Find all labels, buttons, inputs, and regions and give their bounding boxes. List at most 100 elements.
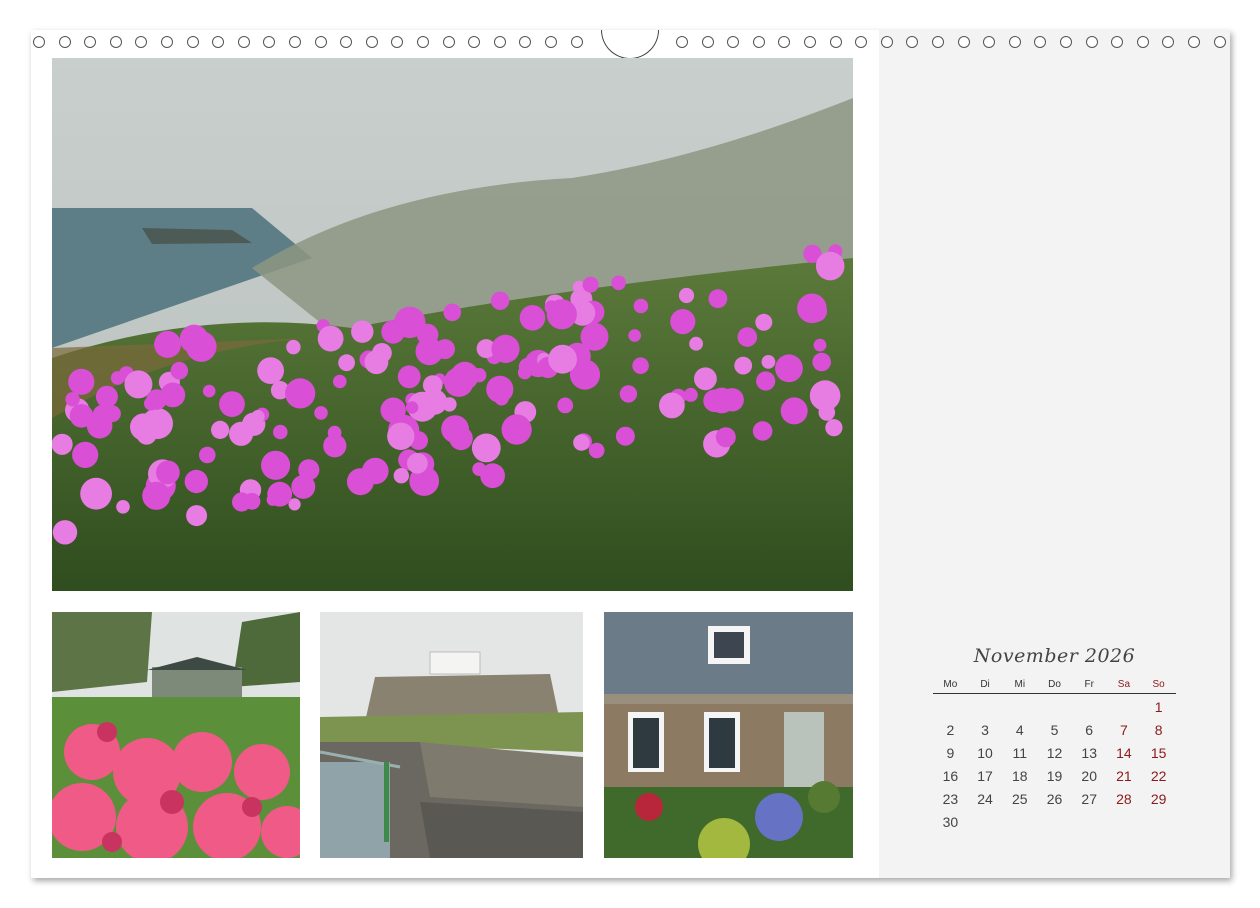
day-cell xyxy=(1072,814,1107,831)
thrift-flower xyxy=(582,276,599,293)
thrift-flower xyxy=(229,421,254,446)
thrift-flower xyxy=(69,404,94,428)
thrift-flower xyxy=(154,330,182,358)
thrift-flower xyxy=(678,287,695,304)
day-cell: 18 xyxy=(1011,768,1028,784)
weekday-label: Fr xyxy=(1084,679,1094,690)
thrift-flower xyxy=(156,460,180,485)
day-cell: 30 xyxy=(942,814,959,830)
binding-ring xyxy=(727,36,740,48)
binding-ring xyxy=(493,36,506,48)
thrift-flower xyxy=(694,367,717,391)
weekday-label: Mi xyxy=(1014,679,1026,690)
thrift-flower xyxy=(708,289,728,309)
thrift-flower xyxy=(273,424,288,440)
binding-ring xyxy=(932,36,944,48)
day-cell xyxy=(1072,699,1107,716)
thrift-flower xyxy=(285,378,316,409)
binding-ring xyxy=(1136,36,1149,48)
day-cell xyxy=(1107,699,1142,716)
bottom-right-photo xyxy=(604,612,853,858)
thrift-flower xyxy=(756,371,776,391)
thrift-flower xyxy=(573,434,590,451)
binding-ring xyxy=(1188,36,1200,48)
thrift-flower xyxy=(393,468,409,484)
binding-ring xyxy=(314,36,327,48)
thrift-flower xyxy=(65,392,80,407)
sea-thrift-cliffs-image xyxy=(52,58,853,591)
day-cell xyxy=(1037,814,1072,831)
thrift-flower xyxy=(815,251,845,281)
thrift-flower xyxy=(752,421,773,441)
day-cell xyxy=(1107,814,1142,831)
thrift-flower xyxy=(708,387,735,414)
thrift-flower xyxy=(812,352,831,372)
binding-ring xyxy=(804,36,816,48)
binding-ring xyxy=(676,36,688,48)
binding-ring xyxy=(468,36,481,48)
thrift-flower xyxy=(232,492,252,512)
binding-ring xyxy=(340,36,353,48)
binding-ring xyxy=(161,36,173,48)
thrift-flower xyxy=(407,452,428,474)
thrift-flower xyxy=(619,385,638,403)
binding-ring xyxy=(1213,36,1226,48)
thrift-flower xyxy=(257,357,284,384)
day-cell xyxy=(1037,699,1072,716)
day-cell: 4 xyxy=(1015,722,1024,738)
thrift-flower xyxy=(689,336,703,351)
thrift-flower xyxy=(95,385,118,408)
binding-ring xyxy=(135,36,148,48)
thrift-flower xyxy=(381,320,405,344)
thrift-flower xyxy=(486,375,514,403)
thrift-flower xyxy=(202,384,216,398)
day-cell: 24 xyxy=(977,791,993,807)
thrift-flower xyxy=(761,355,776,369)
thrift-flower xyxy=(737,327,758,347)
thrift-flower xyxy=(317,325,344,352)
thrift-flower xyxy=(199,446,216,464)
thrift-flower xyxy=(472,462,487,476)
thrift-flower xyxy=(397,365,421,389)
day-cell: 22 xyxy=(1150,768,1167,784)
binding-ring xyxy=(237,36,250,48)
bottom-left-photo xyxy=(52,612,300,858)
binding-ring xyxy=(84,36,97,48)
day-cell: 26 xyxy=(1046,791,1063,807)
thrift-flower xyxy=(72,441,99,468)
day-cell: 14 xyxy=(1116,745,1132,761)
day-cell: 9 xyxy=(946,745,955,761)
weekday-header: Mo Di Mi Do Fr Sa So xyxy=(933,679,1176,694)
thrift-flower xyxy=(130,413,158,441)
thrift-flower xyxy=(450,361,479,390)
thrift-flower xyxy=(267,481,293,507)
binding-ring xyxy=(1008,36,1021,48)
binding-ring xyxy=(1111,36,1124,48)
thrift-flower xyxy=(219,391,245,417)
thrift-flower xyxy=(491,334,520,363)
thrift-flower xyxy=(333,374,347,389)
thrift-flower xyxy=(449,426,473,451)
thrift-flower xyxy=(501,414,532,445)
weekday-label: So xyxy=(1152,679,1165,690)
thrift-flower xyxy=(415,337,444,366)
day-cell: 16 xyxy=(942,768,959,784)
thrift-flower xyxy=(546,299,577,330)
thrift-flower xyxy=(338,354,355,372)
thrift-flower xyxy=(80,477,112,510)
thrift-flower xyxy=(734,356,753,375)
thrift-flower xyxy=(580,322,609,351)
day-cell: 8 xyxy=(1154,722,1163,738)
azalea-garden-image xyxy=(52,612,300,858)
thrift-flower xyxy=(116,500,130,514)
weekday-label: Do xyxy=(1048,679,1061,690)
thrift-flower xyxy=(421,389,448,415)
thrift-flower xyxy=(364,350,389,375)
day-cell: 19 xyxy=(1046,768,1063,784)
binding-ring xyxy=(58,36,71,48)
thrift-flower xyxy=(755,313,773,331)
thrift-flower xyxy=(286,339,301,355)
day-cell: 28 xyxy=(1116,791,1132,807)
day-cell: 2 xyxy=(946,722,955,738)
thrift-flower xyxy=(362,457,389,485)
